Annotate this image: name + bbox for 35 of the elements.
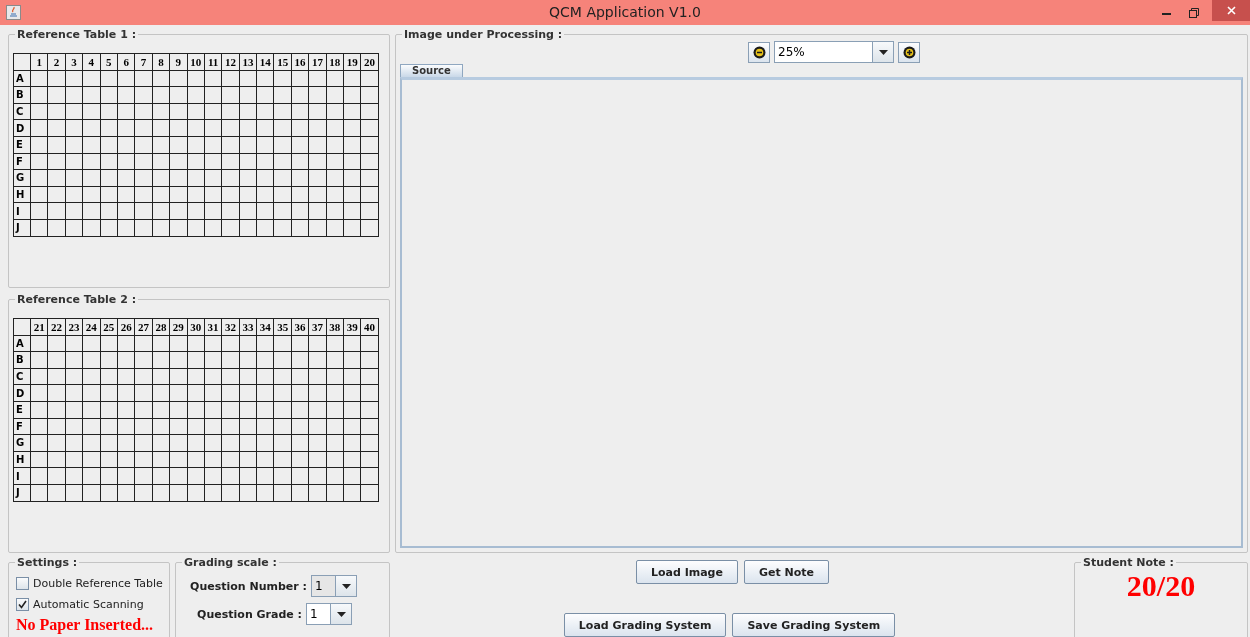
zoom-dropdown[interactable]: 25% <box>774 41 894 63</box>
app-icon <box>6 5 21 20</box>
close-button[interactable] <box>1212 0 1250 21</box>
checkbox-label[interactable]: Automatic Scanning <box>33 598 144 611</box>
value-dropdown[interactable]: 1 <box>306 603 352 625</box>
field-label: Question Number : <box>190 579 307 593</box>
tab[interactable]: Source <box>400 64 463 77</box>
check-icon <box>18 600 27 609</box>
action-button[interactable]: Load Grading System <box>563 613 727 637</box>
action-button[interactable]: Load Image <box>635 560 738 584</box>
zoom-in-icon <box>902 45 916 59</box>
panel-title: Settings : <box>16 556 79 569</box>
field-label: Question Grade : <box>197 607 302 621</box>
student-grade: 20/20 <box>1125 569 1197 603</box>
caret-icon[interactable] <box>341 583 351 589</box>
panel-title: Reference Table 2 : <box>16 293 138 306</box>
restore-icon[interactable] <box>1189 7 1199 18</box>
close-icon[interactable] <box>1226 6 1236 15</box>
zoom-in-button[interactable] <box>898 41 920 63</box>
value-dropdown[interactable]: 1 <box>311 575 357 597</box>
status-message: No Paper Inserted... <box>16 616 155 634</box>
zoom-out-button[interactable] <box>748 41 770 63</box>
checkbox[interactable] <box>16 598 29 611</box>
panel-title: Reference Table 1 : <box>16 28 138 41</box>
zoom-out-icon <box>752 45 766 59</box>
action-button[interactable]: Save Grading System <box>732 613 896 637</box>
panel-title: Student Note : <box>1082 556 1175 569</box>
panel-title: Grading scale : <box>183 556 278 569</box>
action-button[interactable]: Get Note <box>743 560 830 584</box>
caret-icon[interactable] <box>336 611 346 617</box>
caret-icon[interactable] <box>878 49 888 55</box>
checkbox-label[interactable]: Double Reference Table <box>33 577 163 590</box>
panel-title: Image under Processing : <box>403 28 564 41</box>
checkbox[interactable] <box>16 577 29 590</box>
window-title: QCM Application V1.0 <box>548 4 702 20</box>
